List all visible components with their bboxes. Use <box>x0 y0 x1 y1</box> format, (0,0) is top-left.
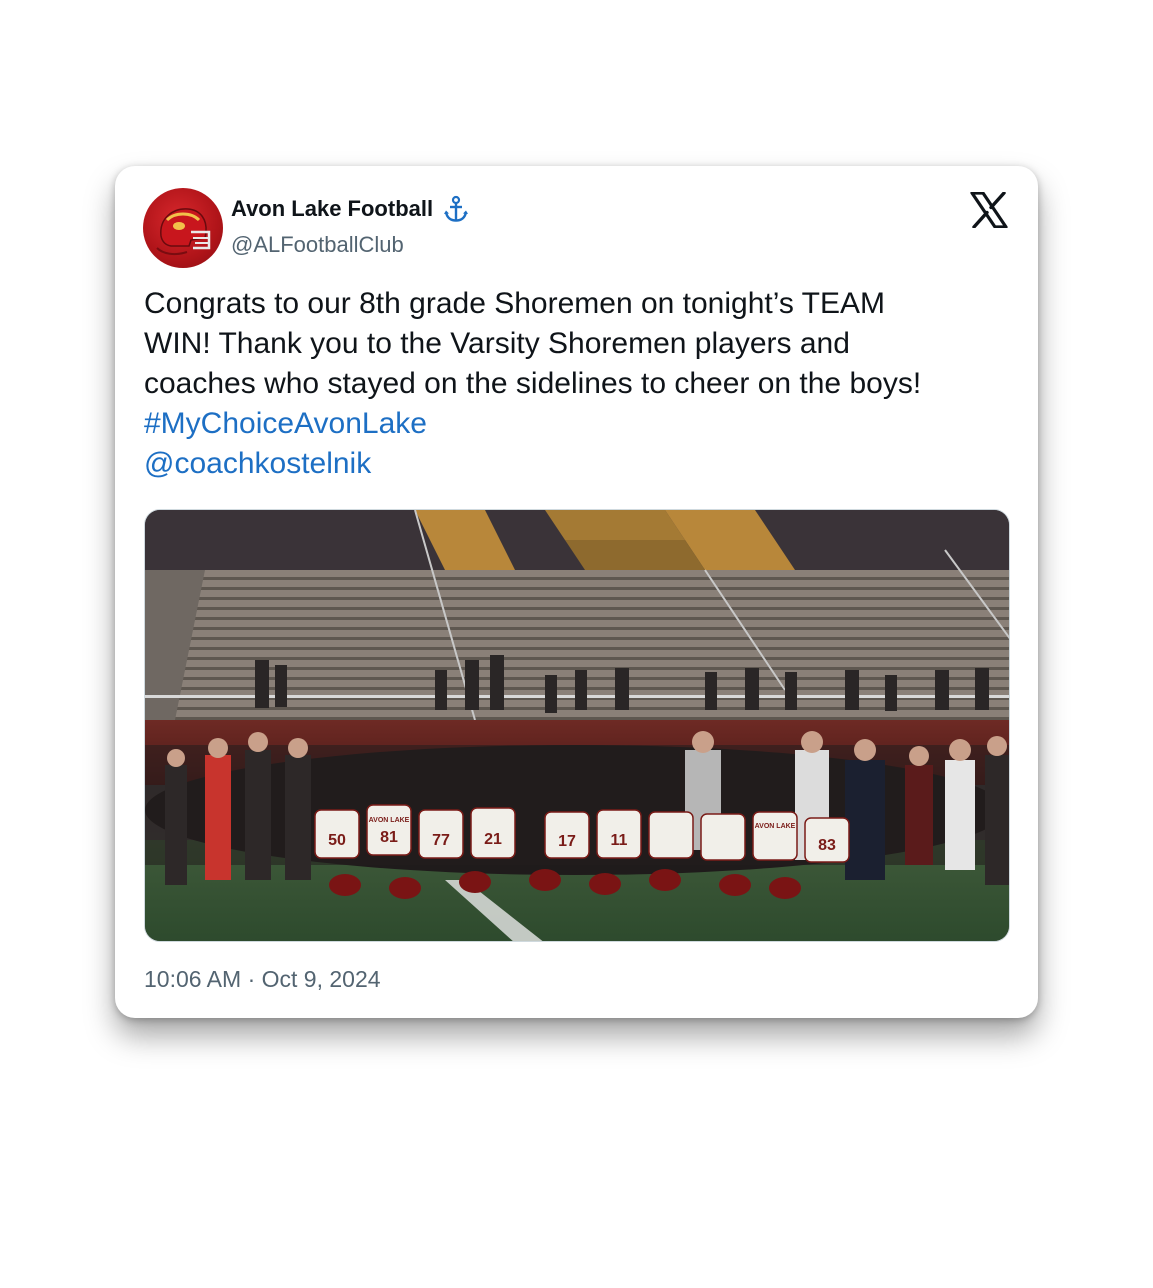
hashtag-link[interactable]: #MyChoiceAvonLake <box>144 407 427 440</box>
jersey-number: 83 <box>818 837 836 854</box>
post-text-line: WIN! Thank you to the Varsity Shoremen p… <box>144 327 850 360</box>
avatar[interactable] <box>143 188 223 268</box>
post-text: Congrats to our 8th grade Shoremen on to… <box>144 284 1024 484</box>
jersey-number: 81 <box>380 829 398 846</box>
display-name[interactable]: Avon Lake Football <box>231 196 433 222</box>
post-card[interactable]: Avon Lake Football @ALFootballClub Congr… <box>115 166 1038 1018</box>
team-photo-image: 50 81 77 21 17 11 83 AVON LAKE AVON LAKE <box>145 510 1009 941</box>
x-logo-icon[interactable] <box>970 192 1008 228</box>
anchor-icon <box>444 195 469 222</box>
user-handle[interactable]: @ALFootballClub <box>231 232 404 258</box>
page: Avon Lake Football @ALFootballClub Congr… <box>0 0 1153 1288</box>
jersey-team-text: AVON LAKE <box>369 817 410 824</box>
post-timestamp[interactable]: 10:06 AM · Oct 9, 2024 <box>144 966 381 993</box>
post-text-line: coaches who stayed on the sidelines to c… <box>144 367 922 400</box>
jersey-number: 77 <box>432 832 450 849</box>
post-text-line: Congrats to our 8th grade Shoremen on to… <box>144 287 885 320</box>
jersey-number: 50 <box>328 832 346 849</box>
football-helmet-icon <box>156 208 211 256</box>
mention-link[interactable]: @coachkostelnik <box>144 447 371 480</box>
name-row: Avon Lake Football <box>231 194 471 224</box>
jersey-team-text: AVON LAKE <box>755 823 796 830</box>
jersey-number: 11 <box>611 832 628 849</box>
jersey-number: 21 <box>484 831 502 848</box>
jersey-number: 17 <box>558 833 576 850</box>
post-photo[interactable]: 50 81 77 21 17 11 83 AVON LAKE AVON LAKE <box>144 509 1010 942</box>
